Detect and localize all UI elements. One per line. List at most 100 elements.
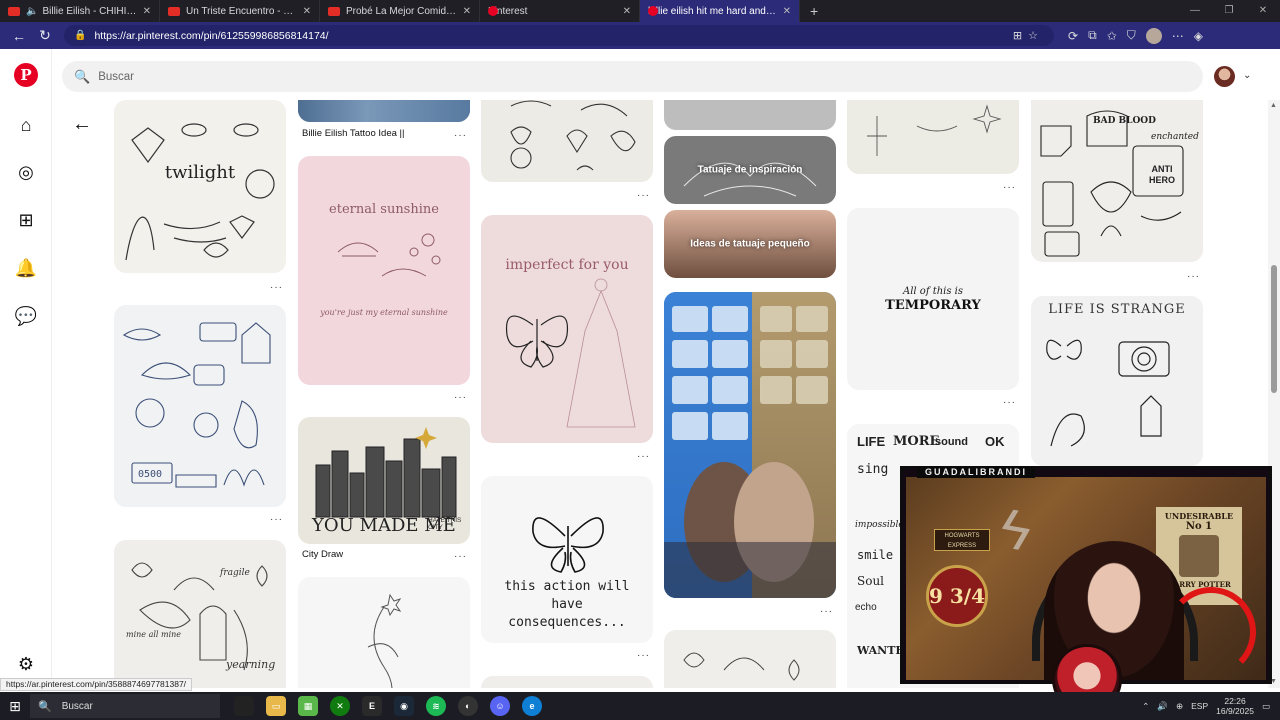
minecraft-icon[interactable]: ▦: [298, 696, 318, 716]
tab-un-triste-encuentro[interactable]: Un Triste Encuentro - YouTube ✕: [160, 0, 320, 22]
clock-time: 22:26: [1224, 696, 1246, 706]
pin-imperfect-for-you[interactable]: imperfect for you: [481, 215, 653, 443]
tab-label: Probé La Mejor Comida de Cada País: [346, 5, 457, 17]
spotify-icon[interactable]: ≋: [426, 696, 446, 716]
new-tab-button[interactable]: +: [800, 0, 828, 22]
pin-billie-collage[interactable]: [664, 292, 836, 598]
pin-charm-necklace[interactable]: [481, 100, 653, 182]
wanted-number: No 1: [1185, 521, 1213, 532]
volume-icon[interactable]: 🔊: [1157, 701, 1168, 712]
pin-flower-line-art[interactable]: [298, 577, 470, 688]
speaker-muted-icon[interactable]: 🔈: [26, 6, 38, 17]
app-unknown-icon[interactable]: [234, 696, 254, 716]
maximize-button[interactable]: ❐: [1212, 0, 1246, 22]
close-tab-icon[interactable]: ✕: [783, 6, 791, 17]
scrollbar-thumb[interactable]: [1271, 265, 1277, 393]
discord-icon[interactable]: ☺: [490, 696, 510, 716]
taskbar-search[interactable]: 🔍 Buscar: [30, 694, 220, 718]
more-options-icon[interactable]: ···: [270, 514, 283, 525]
pin-fragile-tattoos[interactable]: fragile mine all mine yearning: [114, 540, 286, 688]
more-menu-icon[interactable]: ⋯: [1172, 29, 1184, 43]
xbox-icon[interactable]: ✕: [330, 696, 350, 716]
tab-billie-chihiro[interactable]: 🔈 Billie Eilish - CHIHIRO (Official Musi…: [0, 0, 160, 22]
steam-icon[interactable]: ◉: [394, 696, 414, 716]
close-window-button[interactable]: ✕: [1246, 0, 1280, 22]
obs-icon[interactable]: ◐: [458, 696, 478, 716]
more-options-icon[interactable]: ···: [270, 282, 283, 293]
app-available-icon[interactable]: ⊞: [1013, 30, 1028, 42]
tab-label: Pinterest: [488, 5, 528, 17]
language-indicator[interactable]: ESP: [1191, 701, 1208, 711]
messages-icon[interactable]: 💬: [14, 304, 38, 328]
search-bar[interactable]: 🔍 Buscar: [62, 61, 1203, 92]
close-tab-icon[interactable]: ✕: [623, 6, 631, 17]
favorites-icon[interactable]: ✩: [1107, 29, 1117, 43]
epic-games-icon[interactable]: E: [362, 696, 382, 716]
back-nav-button[interactable]: ←: [6, 28, 32, 44]
home-icon[interactable]: ⌂: [14, 113, 38, 137]
pin-tatuaje-inspiracion[interactable]: Tatuaje de inspiración: [664, 136, 836, 204]
enchanted-text: enchanted: [1151, 132, 1199, 142]
sticker-sketch: 0500: [122, 322, 271, 488]
windows-start-icon[interactable]: ⊞: [0, 698, 30, 715]
pin-city-draw[interactable]: YOU MADE ME HATE THIS CITY: [298, 417, 470, 544]
more-options-icon[interactable]: ···: [820, 606, 833, 617]
more-options-icon[interactable]: ···: [1003, 182, 1016, 193]
collage-tweets: [664, 306, 836, 598]
pin-sticker-sketches[interactable]: 0500: [114, 305, 286, 507]
notifications-bell-icon[interactable]: 🔔: [14, 256, 38, 280]
tab-label: Un Triste Encuentro - YouTube: [186, 5, 297, 17]
pin-bad-blood-tattoos[interactable]: BAD BLOOD enchanted ANTI HERO: [1031, 100, 1203, 262]
network-icon[interactable]: ⊕: [1176, 701, 1183, 712]
pin-fragile-bottom[interactable]: [664, 630, 836, 688]
close-tab-icon[interactable]: ✕: [303, 6, 311, 17]
lock-icon[interactable]: 🔒: [74, 30, 86, 41]
minimize-button[interactable]: —: [1178, 0, 1212, 22]
pin-partial[interactable]: [481, 676, 653, 688]
file-explorer-icon[interactable]: ▭: [266, 696, 286, 716]
create-plus-icon[interactable]: ⊞: [14, 208, 38, 232]
profile-avatar[interactable]: [1145, 27, 1162, 44]
pin-fine-line-tattoos[interactable]: [847, 100, 1019, 174]
close-tab-icon[interactable]: ✕: [143, 6, 151, 17]
favorite-star-icon[interactable]: ☆: [1028, 30, 1044, 42]
more-options-icon[interactable]: ···: [454, 130, 467, 141]
reload-button[interactable]: ↻: [32, 27, 58, 44]
more-options-icon[interactable]: ···: [1003, 397, 1016, 408]
pin-tatuaje-pequeno[interactable]: Ideas de tatuaje pequeño: [664, 210, 836, 278]
more-options-icon[interactable]: ···: [637, 190, 650, 201]
pin-eternal-sunshine[interactable]: eternal sunshine you're just my eternal …: [298, 156, 470, 385]
tab-billie-pin-active[interactable]: billie eilish hit me hard and soft aesth…: [640, 0, 800, 22]
pin-this-action[interactable]: this action will have consequences...: [481, 476, 653, 643]
clock[interactable]: 22:26 16/9/2025: [1216, 696, 1254, 716]
close-tab-icon[interactable]: ✕: [463, 6, 471, 17]
lightning-bolt-icon: ϟ: [995, 495, 1036, 564]
tab-pinterest[interactable]: Pinterest ✕: [480, 0, 640, 22]
pin-grey-sketch[interactable]: [664, 100, 836, 130]
notifications-icon[interactable]: ▭: [1262, 701, 1270, 712]
more-options-icon[interactable]: ···: [454, 551, 467, 562]
pin-denim-photo[interactable]: [298, 100, 470, 122]
tray-chevron-icon[interactable]: ⌃: [1142, 701, 1149, 712]
more-options-icon[interactable]: ···: [637, 650, 650, 661]
pin-temporary[interactable]: All of this is TEMPORARY: [847, 208, 1019, 390]
pin-twilight[interactable]: twilight: [114, 100, 286, 273]
scroll-up-icon[interactable]: ▲: [1270, 102, 1277, 109]
more-options-icon[interactable]: ···: [454, 392, 467, 403]
tab-probe-comida[interactable]: Probé La Mejor Comida de Cada País ✕: [320, 0, 480, 22]
more-options-icon[interactable]: ···: [1187, 271, 1200, 282]
copilot-icon[interactable]: ◈: [1194, 29, 1203, 43]
more-options-icon[interactable]: ···: [637, 451, 650, 462]
url-field[interactable]: 🔒 https://ar.pinterest.com/pin/612559986…: [64, 25, 1054, 46]
account-avatar[interactable]: [1214, 66, 1235, 87]
extensions-icon[interactable]: ⧉: [1088, 28, 1097, 43]
edge-icon[interactable]: e: [522, 696, 542, 716]
settings-gear-icon[interactable]: ⚙: [14, 652, 38, 676]
chevron-down-icon[interactable]: ⌄: [1243, 70, 1251, 81]
refresh-icon[interactable]: ⟳: [1068, 29, 1078, 43]
pinterest-logo-icon[interactable]: P: [14, 63, 38, 87]
status-link-preview: https://ar.pinterest.com/pin/35888746977…: [0, 678, 193, 691]
shield-icon[interactable]: ⛉: [1127, 28, 1136, 43]
pin-life-is-strange[interactable]: LIFE IS STRANGE: [1031, 296, 1203, 466]
explore-compass-icon[interactable]: ◎: [14, 160, 38, 184]
